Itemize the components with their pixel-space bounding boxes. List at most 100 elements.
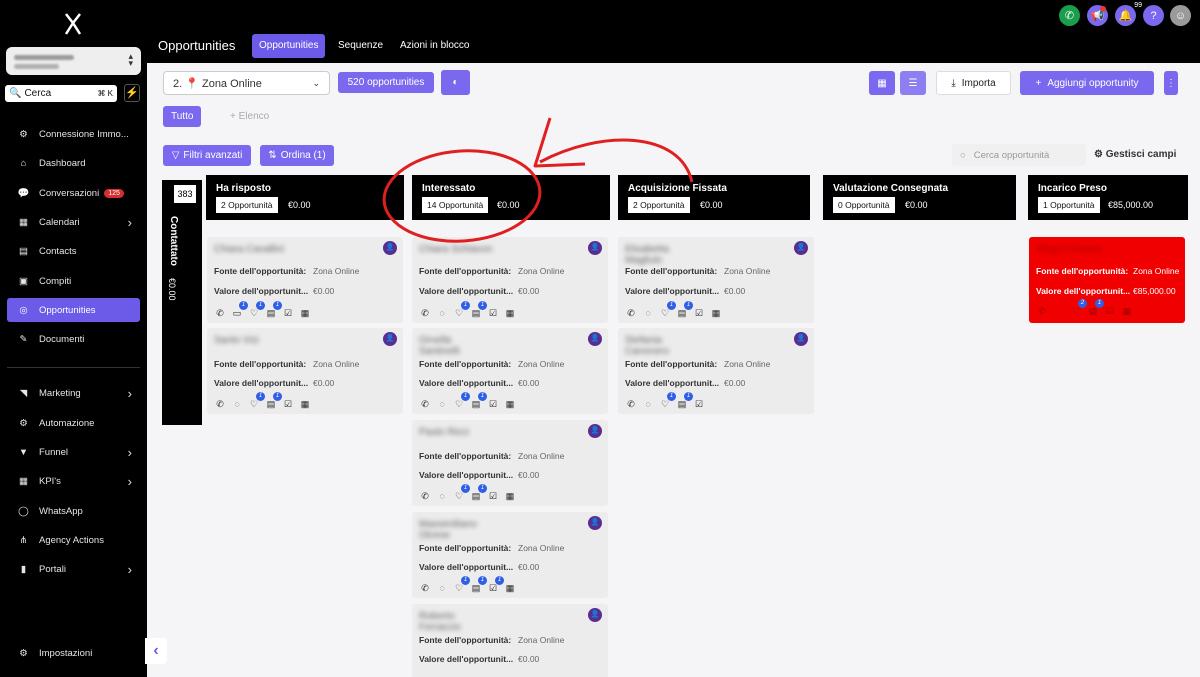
chat-icon[interactable]: ◌: [436, 398, 448, 410]
sidebar-item-funnel[interactable]: ▼ Funnel ›: [7, 440, 140, 464]
opportunity-count-badge[interactable]: 520 opportunities: [338, 72, 434, 93]
phone-icon[interactable]: ✆: [214, 307, 226, 319]
tab-azioni-in-blocco[interactable]: Azioni in blocco: [393, 34, 476, 58]
calendar-icon[interactable]: ▦: [299, 398, 311, 410]
more-options-button[interactable]: ⋮: [1164, 71, 1178, 95]
message-icon[interactable]: ▭ 1: [231, 301, 248, 319]
importa-button[interactable]: ⤓ Importa: [936, 71, 1011, 95]
notifications-button[interactable]: 🔔 99: [1115, 2, 1142, 26]
chat-icon[interactable]: ◌: [436, 582, 448, 594]
task-icon[interactable]: ☑: [487, 490, 499, 502]
column-interessato[interactable]: Interessato 14 Opportunità €0.00: [412, 175, 610, 220]
phone-icon[interactable]: ✆: [625, 398, 637, 410]
add-opportunity-button[interactable]: + Aggiungi opportunity: [1020, 71, 1154, 95]
note-icon[interactable]: ▤ 1: [1087, 299, 1104, 317]
task-icon[interactable]: ☑: [487, 398, 499, 410]
calendar-icon[interactable]: ▦: [504, 398, 516, 410]
calendar-icon[interactable]: ▦: [1121, 305, 1133, 317]
opportunity-card[interactable]: Chiara Schiavon 👤 Fonte dell'opportunità…: [412, 237, 608, 323]
note-icon[interactable]: ▤ 1: [470, 392, 487, 410]
note-icon[interactable]: ▤ 1: [265, 301, 282, 319]
quick-action-button[interactable]: ⚡: [124, 84, 140, 102]
column-ha-risposto[interactable]: Ha risposto 2 Opportunità €0.00: [206, 175, 404, 220]
sidebar-item-opportunities[interactable]: ◎ Opportunities: [7, 298, 140, 322]
account-switcher[interactable]: ▴ ▾: [6, 47, 141, 75]
calendar-icon[interactable]: ▦: [504, 582, 516, 594]
assign-user-icon[interactable]: 👤: [383, 332, 397, 346]
avatar[interactable]: ☺: [1170, 5, 1191, 26]
grid-view-button[interactable]: ▦: [869, 71, 895, 95]
chat-icon[interactable]: ◌: [231, 398, 243, 410]
tag-icon[interactable]: ♡ 1: [453, 301, 470, 319]
assign-user-icon[interactable]: 👤: [383, 241, 397, 255]
opportunity-card[interactable]: Roberto Ferraccio 👤 Fonte dell'opportuni…: [412, 604, 608, 677]
assign-user-icon[interactable]: 👤: [588, 424, 602, 438]
toggle-view-button[interactable]: ◐: [441, 70, 470, 95]
chat-icon[interactable]: ◌: [642, 307, 654, 319]
pipeline-select[interactable]: 2. 📍 Zona Online ⌄: [163, 71, 330, 95]
task-icon[interactable]: ☑: [487, 307, 499, 319]
task-icon[interactable]: ☑: [282, 307, 294, 319]
phone-icon[interactable]: ✆: [419, 490, 431, 502]
tag-icon[interactable]: ♡ 1: [453, 576, 470, 594]
phone-button[interactable]: ✆: [1059, 5, 1080, 26]
tag-icon[interactable]: ♡ 1: [453, 484, 470, 502]
task-icon[interactable]: ☑ 1: [487, 576, 504, 594]
sidebar-search[interactable]: 🔍 Cerca ⌘ K: [5, 85, 117, 102]
tab-opportunities[interactable]: Opportunities: [252, 34, 326, 58]
sidebar-item-compiti[interactable]: ▣ Compiti: [7, 269, 140, 293]
announcements-button[interactable]: 📢: [1087, 5, 1108, 26]
assign-user-icon[interactable]: 👤: [794, 241, 808, 255]
assign-user-icon[interactable]: 👤: [588, 332, 602, 346]
opportunity-card[interactable]: Elisabetta Magliulo 👤 Fonte dell'opportu…: [618, 237, 814, 323]
column-valutazione-consegnata[interactable]: Valutazione Consegnata 0 Opportunità €0.…: [823, 175, 1016, 220]
note-icon[interactable]: ▤ 1: [676, 392, 693, 410]
phone-icon[interactable]: ✆: [625, 307, 637, 319]
phone-icon[interactable]: ✆: [419, 398, 431, 410]
help-button[interactable]: ?: [1143, 5, 1164, 26]
sidebar-item-conversazioni[interactable]: 💬 Conversazioni 125: [7, 181, 140, 205]
list-view-button[interactable]: ☰: [900, 71, 926, 95]
phone-icon[interactable]: ✆: [214, 398, 226, 410]
chat-icon[interactable]: ◌: [436, 307, 448, 319]
phone-icon[interactable]: ✆: [419, 582, 431, 594]
opportunity-card[interactable]: Massimiliano Olcese 👤 Fonte dell'opportu…: [412, 512, 608, 598]
assign-user-icon[interactable]: 👤: [588, 241, 602, 255]
sidebar-item-marketing[interactable]: ◥ Marketing ›: [7, 381, 140, 405]
collapse-sidebar-button[interactable]: ‹: [145, 638, 167, 664]
note-icon[interactable]: ▤ 1: [470, 576, 487, 594]
tag-icon[interactable]: ♡ 1: [659, 392, 676, 410]
opportunity-card[interactable]: Chiara Cavallini 👤 Fonte dell'opportunit…: [207, 237, 403, 323]
advanced-filters-button[interactable]: ▽ Filtri avanzati: [163, 145, 251, 166]
sidebar-item-connessione[interactable]: ⚙ Connessione Immo...: [7, 122, 140, 146]
tab-sequenze[interactable]: Sequenze: [331, 34, 390, 58]
tag-icon[interactable]: ♡ 2: [1070, 299, 1087, 317]
calendar-icon[interactable]: ▦: [504, 490, 516, 502]
opportunity-card[interactable]: Paolo Ricci 👤 Fonte dell'opportunità: Zon…: [412, 420, 608, 506]
sidebar-item-automazione[interactable]: ⚙ Automazione: [7, 411, 140, 435]
sidebar-item-impostazioni[interactable]: ⚙ Impostazioni: [7, 641, 140, 665]
tag-icon[interactable]: ♡ 1: [248, 392, 265, 410]
phone-icon[interactable]: ✆: [419, 307, 431, 319]
column-acquisizione-fissata[interactable]: Acquisizione Fissata 2 Opportunità €0.00: [618, 175, 810, 220]
opportunity-card[interactable]: Diego Fontana Fonte dell'opportunità: Zon…: [1029, 237, 1185, 323]
manage-fields-button[interactable]: ⚙ Gestisci campi: [1094, 149, 1176, 160]
tag-icon[interactable]: ♡ 1: [453, 392, 470, 410]
column-contattato[interactable]: 383 Contattato €0.00: [162, 180, 202, 425]
sidebar-item-whatsapp[interactable]: ◯ WhatsApp: [7, 499, 140, 523]
tag-icon[interactable]: ♡ 1: [659, 301, 676, 319]
sidebar-item-portali[interactable]: ▮ Portali ›: [7, 557, 140, 581]
logo-icon[interactable]: [62, 12, 84, 36]
opportunity-card[interactable]: Santo Vizi 👤 Fonte dell'opportunità: Zona…: [207, 328, 403, 414]
calendar-icon[interactable]: ▦: [710, 307, 722, 319]
tag-icon[interactable]: ♡ 1: [248, 301, 265, 319]
sidebar-item-calendari[interactable]: ▦ Calendari ›: [7, 210, 140, 234]
sidebar-item-contacts[interactable]: ▤ Contacts: [7, 239, 140, 263]
assign-user-icon[interactable]: 👤: [794, 332, 808, 346]
sidebar-item-agency-actions[interactable]: ⋔ Agency Actions: [7, 528, 140, 552]
task-icon[interactable]: ☑: [282, 398, 294, 410]
phone-icon[interactable]: ✆: [1036, 305, 1048, 317]
note-icon[interactable]: ▤ 1: [676, 301, 693, 319]
note-icon[interactable]: ▤ 1: [470, 484, 487, 502]
opportunity-card[interactable]: Ornella Santinelli 👤 Fonte dell'opportun…: [412, 328, 608, 414]
